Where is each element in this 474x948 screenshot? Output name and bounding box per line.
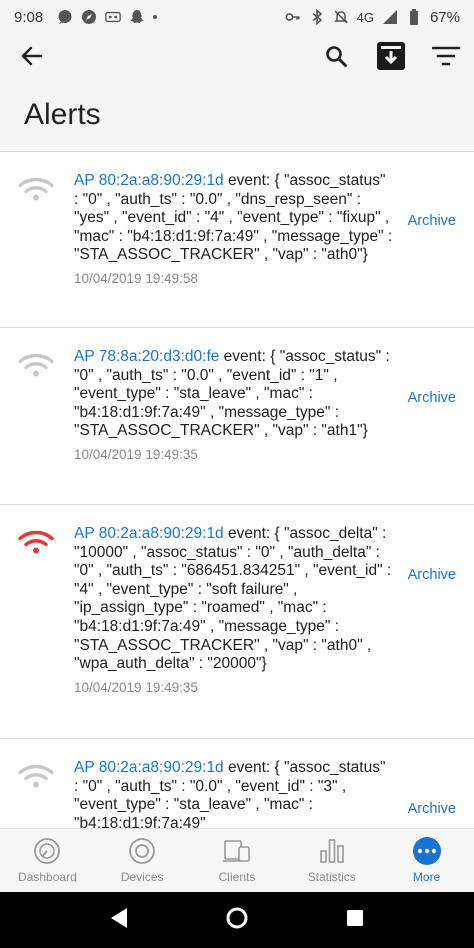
system-recents-button[interactable]	[335, 900, 375, 940]
nav-label: Statistics	[307, 870, 356, 884]
compass-icon	[81, 9, 97, 25]
system-navigation-bar	[0, 892, 474, 948]
search-icon	[324, 44, 348, 73]
alert-item[interactable]: AP 78:8a:20:d3:d0:fe event: { "assoc_sta…	[0, 328, 474, 505]
recents-square-icon	[345, 908, 365, 933]
nav-item-clients[interactable]: Clients	[190, 829, 285, 892]
page-title: Alerts	[24, 98, 101, 131]
alert-message: AP 80:2a:a8:90:29:1d event: { "assoc_sta…	[74, 172, 394, 265]
system-home-button[interactable]	[217, 900, 257, 940]
alert-body: AP 78:8a:20:d3:d0:fe event: { "assoc_sta…	[74, 348, 394, 462]
key-icon	[285, 9, 301, 25]
network-label: 4G	[356, 9, 374, 25]
status-bar: 9:08 4G 67%	[0, 0, 474, 34]
alert-timestamp: 10/04/2019 19:49:35	[74, 446, 198, 462]
search-button[interactable]	[316, 38, 356, 78]
nav-label: More	[412, 870, 441, 884]
dot-icon	[153, 15, 158, 19]
alert-item[interactable]: AP 80:2a:a8:90:29:1d event: { "assoc_del…	[0, 505, 474, 739]
alert-message: AP 80:2a:a8:90:29:1d event: { "assoc_sta…	[74, 759, 394, 828]
wifi-icon	[18, 529, 54, 557]
nav-item-dashboard[interactable]: Dashboard	[0, 829, 95, 892]
archive-button[interactable]: Archive	[408, 567, 456, 583]
nav-item-statistics[interactable]: Statistics	[284, 829, 379, 892]
nav-label: Clients	[218, 870, 256, 884]
mute-icon	[333, 9, 349, 25]
chat-icon	[57, 9, 73, 25]
signal-icon	[382, 9, 398, 25]
app-bar: Alerts	[0, 34, 474, 152]
nav-item-more[interactable]: More	[379, 829, 474, 892]
archive-button[interactable]: Archive	[408, 390, 456, 406]
dashboard-gauge-icon	[32, 836, 62, 866]
alert-message: AP 78:8a:20:d3:d0:fe event: { "assoc_sta…	[74, 348, 394, 441]
archive-button[interactable]: Archive	[408, 801, 456, 817]
alert-body: AP 80:2a:a8:90:29:1d event: { "assoc_sta…	[74, 759, 394, 828]
system-back-button[interactable]	[99, 900, 139, 940]
statistics-bars-icon	[317, 836, 347, 866]
archive-all-button[interactable]	[371, 38, 411, 78]
alert-timestamp: 10/04/2019 19:49:35	[74, 679, 198, 695]
back-button[interactable]	[12, 38, 52, 78]
voicemail-icon	[105, 9, 121, 25]
wifi-icon	[18, 763, 54, 791]
alert-body: AP 80:2a:a8:90:29:1d event: { "assoc_del…	[74, 525, 394, 695]
nav-label: Devices	[120, 870, 164, 884]
alert-body: AP 80:2a:a8:90:29:1d event: { "assoc_sta…	[74, 172, 394, 286]
status-right: 4G 67%	[285, 9, 460, 26]
ap-link[interactable]: AP 78:8a:20:d3:d0:fe	[74, 348, 219, 365]
devices-circle-icon	[127, 836, 157, 866]
battery-percentage: 67%	[429, 8, 460, 26]
alert-timestamp: 10/04/2019 19:49:58	[74, 270, 198, 286]
ap-link[interactable]: AP 80:2a:a8:90:29:1d	[74, 172, 224, 189]
snapchat-icon	[129, 9, 145, 25]
ap-link[interactable]: AP 80:2a:a8:90:29:1d	[74, 525, 224, 542]
nav-label: Dashboard	[18, 870, 77, 884]
wifi-icon	[18, 352, 54, 380]
back-arrow-icon	[21, 45, 43, 72]
filter-icon	[431, 45, 461, 72]
ap-link[interactable]: AP 80:2a:a8:90:29:1d	[74, 759, 224, 776]
bottom-navigation: Dashboard Devices Clients Statistics Mor…	[0, 828, 474, 892]
bluetooth-icon	[309, 9, 325, 25]
alert-item[interactable]: AP 80:2a:a8:90:29:1d event: { "assoc_sta…	[0, 152, 474, 328]
status-left: 9:08	[14, 8, 158, 26]
status-time: 9:08	[14, 8, 44, 26]
archive-button[interactable]: Archive	[408, 213, 456, 229]
clients-devices-icon	[222, 836, 252, 866]
wifi-icon	[18, 176, 54, 204]
alert-item[interactable]: AP 80:2a:a8:90:29:1d event: { "assoc_sta…	[0, 739, 474, 828]
battery-icon	[406, 9, 422, 25]
alert-list[interactable]: AP 80:2a:a8:90:29:1d event: { "assoc_sta…	[0, 152, 474, 828]
alert-message: AP 80:2a:a8:90:29:1d event: { "assoc_del…	[74, 525, 394, 674]
home-circle-icon	[225, 906, 249, 935]
alert-event-text: event: { "assoc_delta" : "10000" , "asso…	[74, 525, 392, 673]
archive-box-icon	[376, 41, 406, 76]
more-dots-icon	[412, 836, 442, 866]
back-triangle-icon	[109, 907, 129, 934]
nav-item-devices[interactable]: Devices	[95, 829, 190, 892]
filter-button[interactable]	[426, 38, 466, 78]
